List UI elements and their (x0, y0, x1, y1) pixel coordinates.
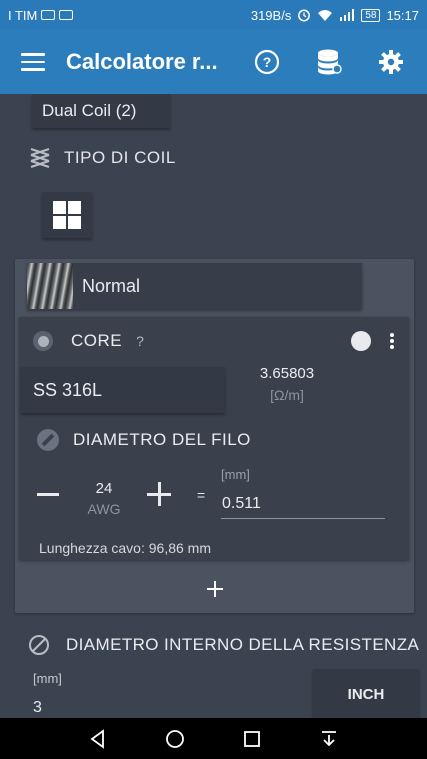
coil-type-grid-button[interactable] (42, 192, 92, 238)
menu-button[interactable] (0, 53, 66, 71)
core-radio[interactable] (33, 331, 53, 351)
resistivity-unit: [Ω/m] (270, 387, 304, 403)
main-content: Dual Coil (2) TIPO DI COIL Normal CORE ?… (0, 94, 427, 718)
material-selector[interactable]: SS 316L (21, 367, 225, 413)
inner-diameter-header: DIAMETRO INTERNO DELLA RESISTENZA (28, 634, 419, 656)
core-label: CORE (71, 331, 123, 350)
help-icon: ? (254, 49, 280, 75)
inner-diameter-icon (29, 635, 49, 655)
app-title: Calcolatore r... (66, 49, 218, 74)
inner-diameter-unit: [mm] (33, 671, 62, 686)
core-toggle[interactable] (351, 331, 371, 351)
status-bar: I TIM 319B/s 58 15:17 (0, 0, 427, 30)
wire-mm-input[interactable]: 0.511 (221, 495, 385, 519)
add-coil-button[interactable] (15, 564, 414, 613)
awg-unit: AWG (87, 501, 121, 517)
awg-value: 24 (95, 480, 113, 497)
net-speed: 319B/s (250, 7, 292, 23)
core-card: CORE ? SS 316L 3.65803 [Ω/m] DIAMETRO DE… (19, 317, 409, 560)
battery-icon: 58 (361, 8, 381, 22)
resistivity-display: 3.65803 [Ω/m] (237, 365, 337, 403)
coil-type-title: TIPO DI COIL (64, 148, 176, 167)
equals-sign: = (197, 487, 206, 503)
alarm-icon (298, 9, 311, 22)
coil-thumbnail (27, 263, 73, 309)
increment-awg-button[interactable] (147, 482, 171, 506)
gear-icon (379, 50, 403, 74)
app-bar: Calcolatore r... ? (0, 30, 427, 94)
wire-diameter-icon (37, 429, 59, 451)
wire-mm-label: [mm] (221, 467, 250, 482)
coil-count-selector[interactable]: Dual Coil (2) (32, 94, 170, 128)
pull-down-icon (321, 730, 336, 746)
home-icon (166, 729, 185, 748)
more-options-icon[interactable] (385, 331, 399, 351)
resistivity-value: 3.65803 (259, 365, 315, 382)
cable-length: Lunghezza cavo: 96,86 mm (39, 540, 211, 556)
settings-button[interactable] (371, 42, 411, 82)
core-help[interactable]: ? (136, 333, 144, 349)
coil-style-selector[interactable]: Normal (27, 263, 362, 309)
decrement-awg-button[interactable] (37, 493, 59, 496)
coil-type-header: TIPO DI COIL (28, 146, 176, 170)
back-icon (90, 728, 105, 749)
coil-style-label: Normal (82, 275, 141, 296)
coil-panel: Normal CORE ? SS 316L 3.65803 [Ω/m] DIAM… (15, 259, 414, 613)
youtube-notification-icon (41, 10, 56, 20)
inch-unit-button[interactable]: INCH (313, 669, 419, 718)
grid-icon (53, 201, 81, 229)
clock: 15:17 (386, 7, 419, 23)
signal-icon (340, 9, 355, 21)
inner-diameter-title: DIAMETRO INTERNO DELLA RESISTENZA (66, 635, 420, 654)
core-header: CORE ? (33, 327, 399, 355)
plus-icon (206, 580, 223, 597)
gallery-notification-icon (59, 10, 74, 20)
recents-icon (243, 730, 260, 747)
wire-diameter-header: DIAMETRO DEL FILO (37, 429, 251, 451)
help-button[interactable]: ? (247, 42, 287, 82)
system-nav-bar (0, 718, 427, 759)
carrier-label: I TIM (8, 7, 38, 23)
inner-diameter-input[interactable]: 3 (33, 699, 42, 717)
coil-type-icon (30, 147, 50, 169)
hamburger-menu-icon (21, 53, 45, 71)
back-button[interactable] (83, 724, 113, 754)
awg-display: 24 AWG (79, 480, 129, 517)
home-button[interactable] (160, 724, 190, 754)
database-button[interactable] (309, 42, 349, 82)
notifications-pull-button[interactable] (314, 724, 344, 754)
database-icon (318, 49, 342, 75)
recents-button[interactable] (237, 724, 267, 754)
wire-diameter-title: DIAMETRO DEL FILO (73, 430, 251, 449)
wifi-icon (318, 9, 333, 21)
svg-text:?: ? (263, 54, 272, 70)
